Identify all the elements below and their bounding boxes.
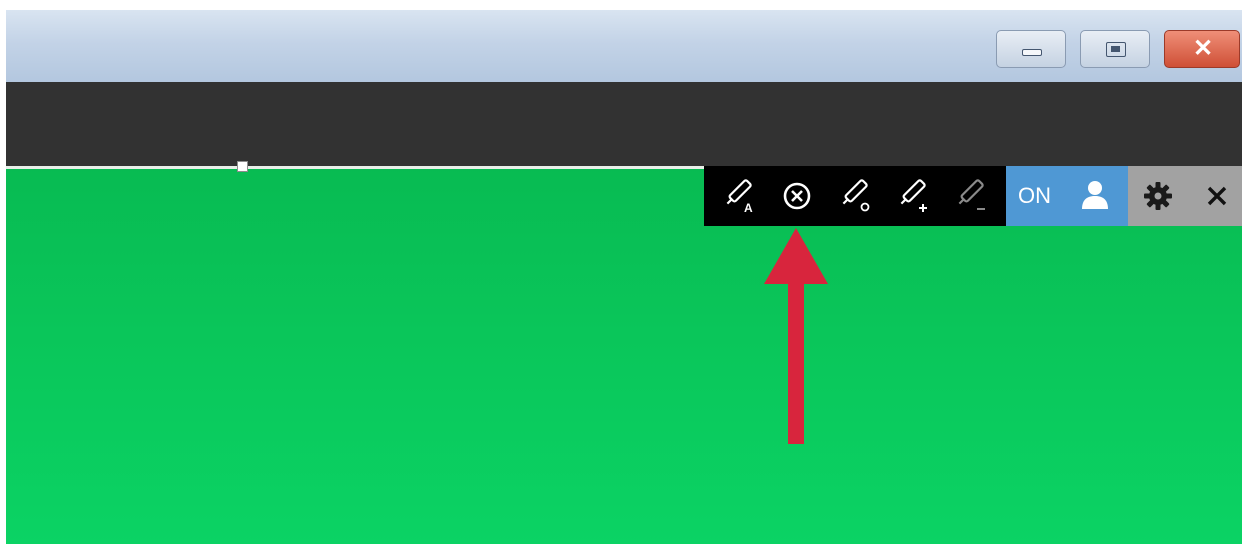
close-window-button[interactable]: ✕: [1164, 30, 1240, 68]
minimize-button[interactable]: [996, 30, 1066, 68]
pick-color-button[interactable]: [835, 176, 875, 216]
maximize-button[interactable]: [1080, 30, 1150, 68]
auto-pick-button[interactable]: A: [719, 176, 759, 216]
cancel-button[interactable]: [777, 176, 817, 216]
close-panel-button[interactable]: [1197, 176, 1237, 216]
selection-edge-line: [6, 166, 706, 169]
annotation-arrow: [764, 228, 828, 444]
minimize-icon: [1022, 49, 1042, 56]
on-toggle-label: ON: [1018, 183, 1051, 208]
gear-icon: [1143, 181, 1173, 211]
add-color-button[interactable]: [893, 176, 933, 216]
close-icon: [1204, 183, 1230, 209]
eyedropper-add-icon: [895, 178, 931, 214]
eyedropper-subtract-icon: [953, 178, 989, 214]
settings-button[interactable]: [1138, 176, 1178, 216]
header-bar: [6, 82, 1242, 166]
svg-text:A: A: [744, 201, 753, 214]
app-window: ✕ A ON: [6, 10, 1242, 544]
resize-handle[interactable]: [237, 161, 248, 172]
window-controls: [1128, 166, 1242, 226]
title-bar: ✕: [6, 10, 1242, 82]
maximize-icon: [1106, 42, 1126, 57]
user-icon: [1078, 177, 1112, 216]
color-pick-tools: A: [704, 166, 1006, 226]
chroma-key-toolbar: A ON: [704, 166, 1242, 226]
eyedropper-auto-icon: A: [721, 178, 757, 214]
cancel-circle-icon: [779, 178, 815, 214]
subtract-color-button[interactable]: [951, 176, 991, 216]
close-window-icon: ✕: [1192, 35, 1214, 62]
on-toggle-button[interactable]: ON: [1006, 166, 1128, 226]
eyedropper-circle-icon: [837, 178, 873, 214]
